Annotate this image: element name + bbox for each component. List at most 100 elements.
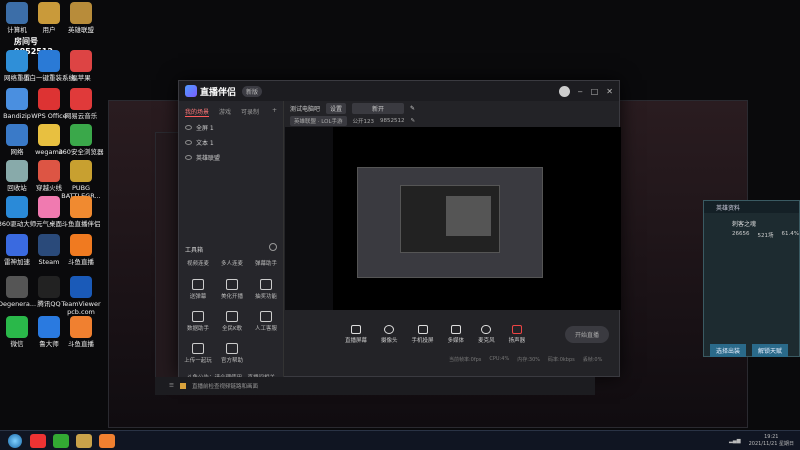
- microphone-button[interactable]: 麦克风: [478, 324, 495, 344]
- tool-icon: [226, 311, 238, 322]
- tool-video-link[interactable]: 视频连麦: [181, 259, 215, 267]
- tool-icon: [260, 311, 272, 322]
- tab-recordable[interactable]: 可录制: [241, 107, 259, 117]
- eye-icon[interactable]: [185, 125, 192, 130]
- scene-label: 全屏 1: [196, 125, 214, 132]
- desktop-icon[interactable]: 360安全浏览器: [52, 124, 110, 156]
- clock-date: 2021/11/21 星期日: [748, 441, 794, 447]
- tool-label: 多人连麦: [220, 261, 243, 267]
- camera-button[interactable]: 摄像头: [381, 324, 398, 344]
- system-tray: ▂▄▆ 19:21 2021/11/21 星期日: [729, 434, 800, 447]
- tool-label: 官方帮助: [220, 358, 243, 364]
- footer-checkbox[interactable]: [179, 383, 186, 389]
- desktop-icon[interactable]: TeamViewer pcb.com: [52, 276, 110, 316]
- app-icon: [70, 316, 92, 338]
- tool-karaoke[interactable]: 全民K歌: [215, 311, 249, 332]
- phone-cast-button[interactable]: 手机投屏: [411, 324, 434, 344]
- list-icon[interactable]: ☰: [169, 383, 174, 389]
- version-badge[interactable]: 新版: [242, 85, 263, 97]
- desktop-icon[interactable]: 英雄联盟: [52, 2, 110, 34]
- tool-danmaku[interactable]: 弹幕助手: [249, 259, 283, 267]
- taskbar-app-icon[interactable]: [99, 433, 115, 448]
- action-label: 扬声器: [508, 337, 526, 344]
- start-button[interactable]: [8, 433, 22, 448]
- speaker-button[interactable]: 扬声器: [508, 324, 526, 344]
- hero-buttons: 选择出装 解锁天赋: [710, 344, 789, 357]
- screen-capture-button[interactable]: 直播屏幕: [345, 324, 367, 344]
- tool-support[interactable]: 人工客服: [249, 311, 283, 332]
- desktop-icon[interactable]: 斗鱼直播: [52, 234, 110, 266]
- tool-help[interactable]: 官方帮助: [215, 343, 249, 364]
- desktop-icon[interactable]: 斗鱼直播: [52, 316, 110, 348]
- nested-preview-3: [446, 196, 491, 236]
- scene-panel: 我的场景 游戏 可录制 + 全屏 1 文本 1 英雄联盟 工具箱 视频连麦 多人…: [179, 101, 284, 389]
- hero-panel-header: 英雄资料: [704, 201, 799, 213]
- logo-icon: [185, 85, 197, 97]
- app-icon: [70, 2, 92, 24]
- media-button[interactable]: 多媒体: [448, 324, 464, 344]
- category-badge[interactable]: 英雄联盟 · LOL手游: [290, 116, 347, 126]
- tool-send-danmaku[interactable]: 送弹幕: [181, 279, 215, 300]
- eye-icon[interactable]: [185, 140, 192, 145]
- scene-item[interactable]: 文本 1: [179, 135, 283, 150]
- desktop-icon-label: 斗鱼直播: [68, 340, 94, 348]
- tool-data[interactable]: 数据助手: [181, 311, 215, 332]
- tab-my-scenes[interactable]: 我的场景: [185, 107, 210, 117]
- tab-games[interactable]: 游戏: [219, 107, 231, 117]
- desktop-icon[interactable]: PUBG BATTLEGR...: [52, 160, 110, 200]
- close-icon[interactable]: ✕: [606, 87, 613, 96]
- scene-item[interactable]: 英雄联盟: [179, 150, 283, 165]
- source-name: 测试电脑吧: [290, 105, 321, 113]
- edit-icon[interactable]: ✎: [411, 118, 416, 124]
- edit-icon[interactable]: ✎: [410, 105, 415, 112]
- avatar[interactable]: [558, 85, 570, 97]
- microphone-icon: [481, 324, 492, 334]
- taskbar-app-icon[interactable]: [76, 433, 92, 448]
- stat: 丢帧:0%: [582, 357, 603, 363]
- maximize-icon[interactable]: □: [591, 87, 599, 96]
- eye-icon[interactable]: [185, 155, 192, 160]
- room-prefix: 公开123: [352, 119, 375, 125]
- app-icon: [70, 160, 92, 182]
- scene-item[interactable]: 全屏 1: [179, 120, 283, 135]
- tool-play-together[interactable]: 上传一起玩: [181, 343, 215, 364]
- network-icon[interactable]: ▂▄▆: [729, 438, 741, 444]
- action-label: 摄像头: [381, 337, 398, 344]
- phone-icon: [417, 324, 428, 334]
- taskbar: ▂▄▆ 19:21 2021/11/21 星期日: [0, 430, 800, 450]
- more-icon[interactable]: [269, 243, 277, 251]
- scene-tabs: 我的场景 游戏 可录制 +: [179, 101, 283, 120]
- desktop-icon-label: 斗鱼直播伴侣: [61, 220, 101, 228]
- tool-lottery[interactable]: 抽奖功能: [249, 279, 283, 300]
- toolbox-title: 工具箱: [185, 247, 204, 254]
- app-icon: [70, 124, 92, 146]
- tool-beauty[interactable]: 美化开播: [215, 279, 249, 300]
- minimize-icon[interactable]: ‒: [578, 87, 583, 96]
- action-label: 手机投屏: [411, 337, 434, 344]
- nested-preview-1: [357, 167, 543, 278]
- preview-header: 测试电脑吧 设置 新开 ✎: [284, 101, 619, 115]
- title-field[interactable]: 新开: [352, 102, 405, 114]
- room-id: 9852512: [380, 118, 405, 124]
- stream-preview[interactable]: [285, 127, 621, 310]
- taskbar-app-icon[interactable]: [30, 433, 46, 448]
- unlock-talent-button[interactable]: 解锁天赋: [752, 344, 789, 357]
- app-icon: [70, 276, 92, 298]
- choose-build-button[interactable]: 选择出装: [710, 344, 747, 357]
- screen-icon: [351, 324, 361, 334]
- taskbar-app-icon[interactable]: [53, 433, 69, 448]
- hero-stats: 26656 521场 61.4%: [732, 231, 799, 239]
- desktop-icon[interactable]: 福苹果: [52, 50, 110, 82]
- settings-button[interactable]: 设置: [326, 102, 347, 114]
- nested-preview-2: [400, 185, 500, 253]
- tool-multi-link[interactable]: 多人连麦: [215, 259, 249, 267]
- hero-stat: 26656: [732, 231, 750, 237]
- tool-label: 美化开播: [220, 294, 243, 300]
- app-icon: [70, 88, 92, 110]
- clock[interactable]: 19:21 2021/11/21 星期日: [749, 434, 794, 447]
- desktop-icon[interactable]: 网易云音乐: [52, 88, 110, 120]
- desktop-icon[interactable]: 斗鱼直播伴侣: [52, 196, 110, 228]
- start-live-button[interactable]: 开始直播: [564, 325, 609, 343]
- tool-label: 上传一起玩: [184, 358, 212, 364]
- add-scene-icon[interactable]: +: [272, 107, 277, 117]
